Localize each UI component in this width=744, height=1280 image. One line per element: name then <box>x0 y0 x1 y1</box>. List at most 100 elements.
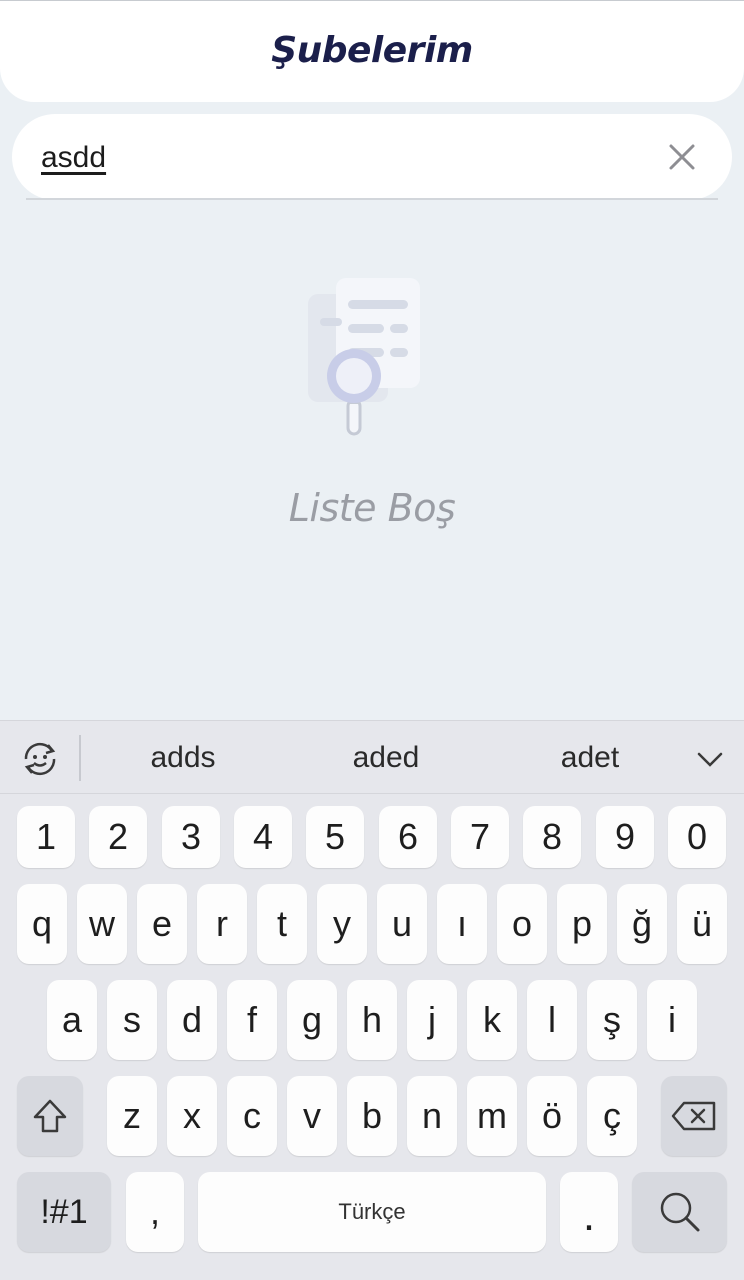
key-y[interactable]: y <box>317 884 367 964</box>
key-label: m <box>477 1095 507 1136</box>
key-9[interactable]: 9 <box>596 806 654 868</box>
key-0[interactable]: 0 <box>668 806 726 868</box>
key-label: Türkçe <box>338 1199 406 1224</box>
key-label: ü <box>691 903 713 944</box>
key-h[interactable]: h <box>347 980 397 1060</box>
key-label: l <box>548 999 556 1040</box>
shift-icon <box>33 1099 67 1133</box>
key-label: k <box>483 999 501 1040</box>
key-label: n <box>421 1095 443 1136</box>
key-label: 0 <box>686 816 708 857</box>
key-1[interactable]: 1 <box>17 806 75 868</box>
key-5[interactable]: 5 <box>306 806 364 868</box>
backspace-key[interactable] <box>661 1076 727 1156</box>
key-r[interactable]: r <box>197 884 247 964</box>
key-label: y <box>333 903 351 944</box>
key-f[interactable]: f <box>227 980 277 1060</box>
key-7[interactable]: 7 <box>451 806 509 868</box>
search-underline <box>26 198 718 200</box>
key-label: s <box>123 999 141 1040</box>
key-label: , <box>149 1191 160 1232</box>
key-g[interactable]: g <box>287 980 337 1060</box>
space-key[interactable]: Türkçe <box>198 1172 546 1252</box>
suggestion-2[interactable]: aded <box>326 741 446 777</box>
key-j[interactable]: j <box>407 980 457 1060</box>
key-i[interactable]: i <box>647 980 697 1060</box>
key-v[interactable]: v <box>287 1076 337 1156</box>
key-8[interactable]: 8 <box>523 806 581 868</box>
close-icon[interactable] <box>668 143 696 171</box>
key-c[interactable]: c <box>227 1076 277 1156</box>
app-header: Şubelerim <box>0 1 744 102</box>
key-label: x <box>183 1095 201 1136</box>
search-icon <box>660 1192 699 1232</box>
key-p[interactable]: p <box>557 884 607 964</box>
key-g-breve[interactable]: ğ <box>617 884 667 964</box>
on-screen-keyboard: adds aded adet 1 2 3 4 5 6 7 8 9 0 q w e… <box>0 720 744 1280</box>
key-d[interactable]: d <box>167 980 217 1060</box>
key-4[interactable]: 4 <box>234 806 292 868</box>
key-label: 8 <box>541 816 563 857</box>
search-input[interactable] <box>41 138 641 178</box>
key-o-umlaut[interactable]: ö <box>527 1076 577 1156</box>
key-label: u <box>391 903 413 944</box>
suggestion-1[interactable]: adds <box>123 741 243 777</box>
key-l[interactable]: l <box>527 980 577 1060</box>
key-label: c <box>243 1095 261 1136</box>
symbols-key[interactable]: !#1 <box>17 1172 111 1252</box>
suggestion-3[interactable]: adet <box>530 741 650 777</box>
key-label: ı <box>456 903 467 944</box>
key-label: r <box>216 903 228 944</box>
comma-key[interactable]: , <box>126 1172 184 1252</box>
key-k[interactable]: k <box>467 980 517 1060</box>
page-title: Şubelerim <box>271 30 473 71</box>
search-key[interactable] <box>632 1172 727 1252</box>
key-label: d <box>181 999 203 1040</box>
suggestion-bar: adds aded adet <box>0 720 744 794</box>
key-label: 2 <box>107 816 129 857</box>
key-a[interactable]: a <box>47 980 97 1060</box>
key-u[interactable]: u <box>377 884 427 964</box>
key-label: o <box>511 903 533 944</box>
key-n[interactable]: n <box>407 1076 457 1156</box>
key-label: ş <box>603 999 621 1040</box>
key-label: a <box>61 999 83 1040</box>
chevron-down-icon[interactable] <box>694 743 726 775</box>
key-w[interactable]: w <box>77 884 127 964</box>
key-z[interactable]: z <box>107 1076 157 1156</box>
key-label: 3 <box>180 816 202 857</box>
key-6[interactable]: 6 <box>379 806 437 868</box>
key-2[interactable]: 2 <box>89 806 147 868</box>
key-s[interactable]: s <box>107 980 157 1060</box>
shift-key[interactable] <box>17 1076 83 1156</box>
key-label: ç <box>603 1095 621 1136</box>
key-label: j <box>428 999 436 1040</box>
key-label: q <box>31 903 53 944</box>
key-q[interactable]: q <box>17 884 67 964</box>
key-label: z <box>123 1095 141 1136</box>
key-label: w <box>89 903 115 944</box>
key-dotless-i[interactable]: ı <box>437 884 487 964</box>
key-o[interactable]: o <box>497 884 547 964</box>
key-c-cedilla[interactable]: ç <box>587 1076 637 1156</box>
key-b[interactable]: b <box>347 1076 397 1156</box>
key-label: ğ <box>631 903 653 944</box>
key-label: !#1 <box>40 1193 88 1231</box>
key-s-cedilla[interactable]: ş <box>587 980 637 1060</box>
key-u-umlaut[interactable]: ü <box>677 884 727 964</box>
emoji-toggle-icon[interactable] <box>18 737 62 781</box>
search-bar[interactable] <box>12 114 732 200</box>
key-label: p <box>571 903 593 944</box>
key-label: 9 <box>614 816 636 857</box>
key-e[interactable]: e <box>137 884 187 964</box>
period-key[interactable]: . <box>560 1172 618 1252</box>
key-t[interactable]: t <box>257 884 307 964</box>
key-m[interactable]: m <box>467 1076 517 1156</box>
key-label: . <box>582 1191 596 1240</box>
key-3[interactable]: 3 <box>162 806 220 868</box>
empty-state-text: Liste Boş <box>288 486 456 530</box>
key-label: t <box>276 903 287 944</box>
key-label: f <box>246 999 257 1040</box>
key-label: 5 <box>324 816 346 857</box>
key-x[interactable]: x <box>167 1076 217 1156</box>
